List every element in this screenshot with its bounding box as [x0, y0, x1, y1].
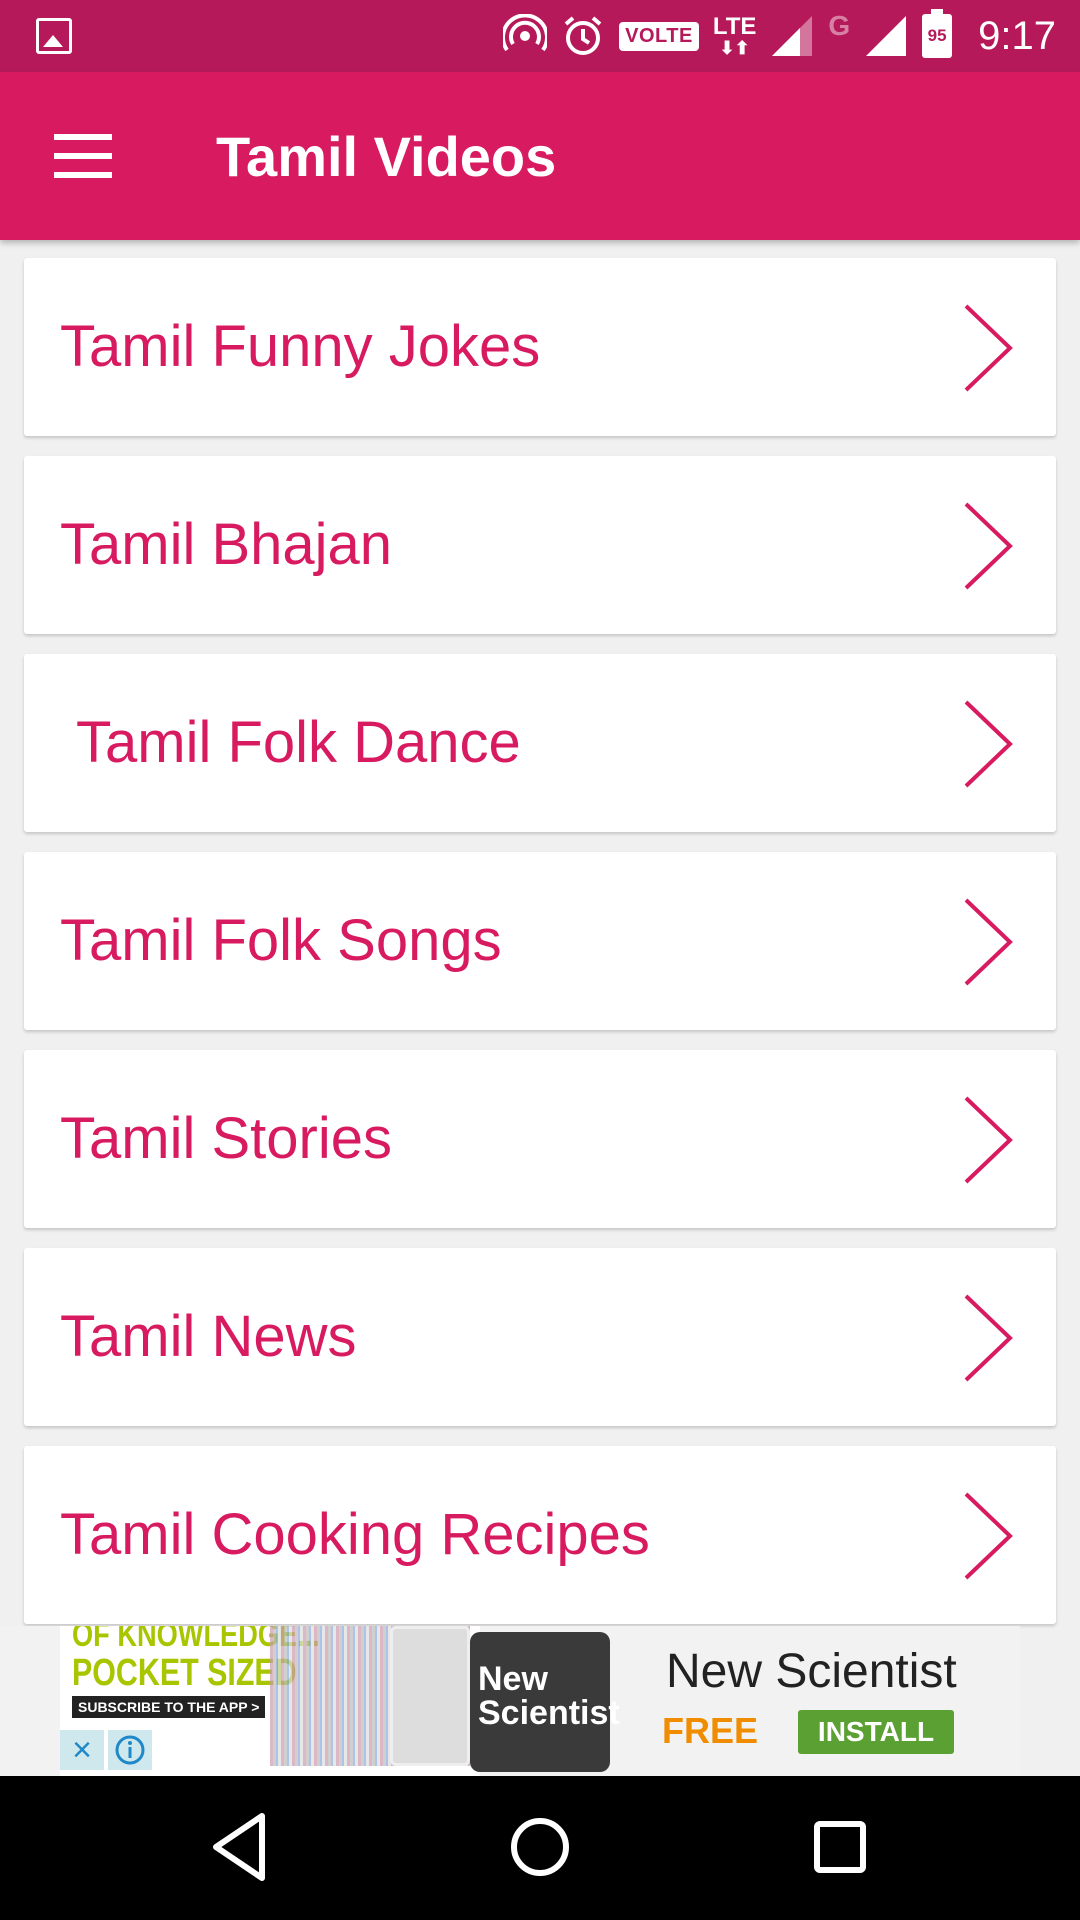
app-bar: Tamil Videos [0, 72, 1080, 240]
status-bar: VOLTE LTE ⬇⬆ G 95 9:17 [0, 0, 1080, 72]
ad-banner[interactable]: OF KNOWLEDGE... POCKET SIZED SUBSCRIBE T… [0, 1626, 1020, 1776]
category-list: Tamil Funny Jokes Tamil Bhajan Tamil Fol… [24, 258, 1056, 1644]
list-item-cooking-recipes[interactable]: Tamil Cooking Recipes [24, 1446, 1056, 1624]
lte-indicator: LTE ⬇⬆ [712, 13, 757, 58]
chevron-right-icon [964, 898, 1013, 986]
list-item-news[interactable]: Tamil News [24, 1248, 1056, 1426]
list-item-folk-dance[interactable]: Tamil Folk Dance [24, 654, 1056, 832]
ad-app-name: New Scientist [666, 1645, 957, 1698]
recents-icon[interactable] [795, 1802, 885, 1892]
chevron-right-icon [964, 1294, 1013, 1382]
chevron-right-icon [964, 1096, 1013, 1184]
chevron-right-icon [964, 700, 1013, 788]
chevron-right-icon [964, 502, 1013, 590]
ad-close-icon[interactable]: × [60, 1730, 104, 1770]
chevron-right-icon [964, 304, 1013, 392]
clock: 9:17 [978, 13, 1056, 58]
data-arrows-icon: ⬇⬆ [719, 38, 750, 58]
chevron-right-icon [964, 1492, 1013, 1580]
battery-level: 95 [927, 26, 947, 45]
new-scientist-logo: New Scientist [470, 1632, 620, 1772]
hotspot-icon [503, 14, 548, 58]
list-item-bhajan[interactable]: Tamil Bhajan [24, 456, 1056, 634]
list-item-label: Tamil Folk Songs [60, 908, 502, 973]
battery-icon: 95 [922, 9, 953, 58]
home-icon[interactable] [495, 1802, 585, 1892]
signal-1-icon [770, 14, 814, 58]
install-button[interactable]: INSTALL [798, 1710, 954, 1754]
ad-info-icon[interactable] [108, 1730, 152, 1770]
list-item-folk-songs[interactable]: Tamil Folk Songs [24, 852, 1056, 1030]
list-item-label: Tamil Cooking Recipes [60, 1502, 650, 1567]
menu-icon[interactable] [54, 134, 112, 178]
page-title: Tamil Videos [216, 125, 557, 188]
list-item-label: Tamil Bhajan [60, 512, 393, 577]
ad-tagline-2: POCKET SIZED [72, 1652, 297, 1694]
gallery-notification-icon [36, 18, 72, 54]
list-item-funny-jokes[interactable]: Tamil Funny Jokes [24, 258, 1056, 436]
volte-badge: VOLTE [619, 21, 699, 51]
ad-subscribe-label: SUBSCRIBE TO THE APP > [72, 1696, 266, 1718]
list-item-label: Tamil News [60, 1304, 357, 1369]
phone-image [390, 1626, 470, 1766]
status-icons: VOLTE LTE ⬇⬆ G 95 9:17 [503, 0, 1056, 72]
list-item-stories[interactable]: Tamil Stories [24, 1050, 1056, 1228]
navigation-bar [0, 1776, 1080, 1920]
list-item-label: Tamil Funny Jokes [60, 314, 541, 379]
signal-2-icon [864, 14, 908, 58]
alarm-icon [561, 14, 605, 58]
list-item-label: Tamil Stories [60, 1106, 392, 1171]
lte-label: LTE [712, 13, 757, 40]
back-icon[interactable] [196, 1802, 286, 1892]
network-type-label: G [828, 10, 851, 41]
ad-price: FREE [662, 1710, 759, 1751]
list-item-label: Tamil Folk Dance [76, 710, 521, 775]
